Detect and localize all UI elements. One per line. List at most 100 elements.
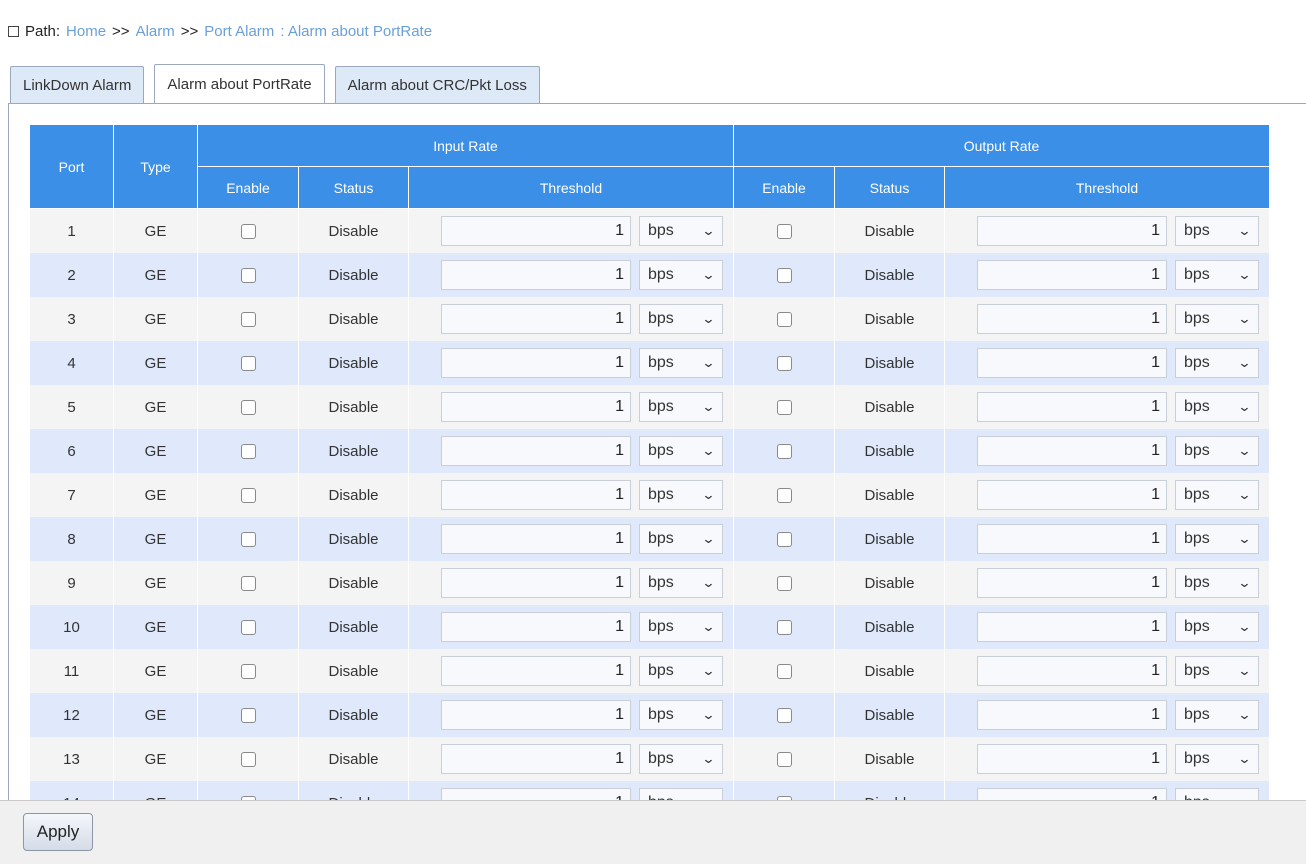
output-unit-select[interactable]: bps ⌄ — [1175, 392, 1259, 422]
output-unit-select[interactable]: bps ⌄ — [1175, 568, 1259, 598]
output-threshold-field[interactable]: 1 — [977, 612, 1167, 642]
input-threshold-field[interactable]: 1 — [441, 568, 631, 598]
input-threshold-field[interactable]: 1 — [441, 480, 631, 510]
input-threshold-field[interactable]: 1 — [441, 392, 631, 422]
input-threshold-field[interactable]: 1 — [441, 216, 631, 246]
input-threshold-field[interactable]: 1 — [441, 744, 631, 774]
output-threshold-field[interactable]: 1 — [977, 436, 1167, 466]
input-unit-select[interactable]: bps ⌄ — [639, 656, 723, 686]
output-threshold-field[interactable]: 1 — [977, 568, 1167, 598]
chevron-down-icon: ⌄ — [1237, 619, 1252, 634]
breadcrumb: Path: Home >> Alarm >> Port Alarm : Alar… — [8, 20, 432, 42]
breadcrumb-alarm[interactable]: Alarm — [136, 23, 175, 40]
output-enable-cell — [733, 737, 835, 781]
input-unit-select[interactable]: bps ⌄ — [639, 700, 723, 730]
input-unit-select[interactable]: bps ⌄ — [639, 392, 723, 422]
output-unit-select[interactable]: bps ⌄ — [1175, 744, 1259, 774]
input-enable-checkbox[interactable] — [240, 488, 256, 504]
input-threshold-field[interactable]: 1 — [441, 524, 631, 554]
input-unit-select[interactable]: bps ⌄ — [639, 304, 723, 334]
input-enable-checkbox[interactable] — [240, 444, 256, 460]
input-threshold-field[interactable]: 1 — [441, 656, 631, 686]
input-enable-checkbox[interactable] — [240, 620, 256, 636]
input-enable-checkbox[interactable] — [240, 268, 256, 284]
input-unit-select[interactable]: bps ⌄ — [639, 568, 723, 598]
breadcrumb-home[interactable]: Home — [66, 23, 106, 40]
output-enable-checkbox[interactable] — [776, 576, 792, 592]
input-enable-cell — [197, 737, 299, 781]
output-enable-checkbox[interactable] — [776, 400, 792, 416]
output-enable-checkbox[interactable] — [776, 356, 792, 372]
output-threshold-field[interactable]: 1 — [977, 524, 1167, 554]
output-threshold-field[interactable]: 1 — [977, 348, 1167, 378]
input-enable-cell — [197, 561, 299, 605]
tab-linkdown-alarm[interactable]: LinkDown Alarm — [10, 66, 145, 103]
output-unit-select[interactable]: bps ⌄ — [1175, 436, 1259, 466]
port-cell: 7 — [29, 473, 114, 517]
output-threshold-field[interactable]: 1 — [977, 656, 1167, 686]
input-unit-select[interactable]: bps ⌄ — [639, 480, 723, 510]
tab-alarm-about-crc-pkt-loss[interactable]: Alarm about CRC/Pkt Loss — [334, 66, 540, 103]
input-enable-checkbox[interactable] — [240, 224, 256, 240]
header-input-enable: Enable — [197, 166, 299, 209]
output-threshold-cell: 1 bps ⌄ — [944, 297, 1270, 341]
input-threshold-field[interactable]: 1 — [441, 612, 631, 642]
input-enable-checkbox[interactable] — [240, 664, 256, 680]
input-enable-checkbox[interactable] — [240, 312, 256, 328]
output-unit-select[interactable]: bps ⌄ — [1175, 656, 1259, 686]
input-enable-checkbox[interactable] — [240, 356, 256, 372]
output-enable-checkbox[interactable] — [776, 620, 792, 636]
input-enable-checkbox[interactable] — [240, 532, 256, 548]
input-unit-select[interactable]: bps ⌄ — [639, 348, 723, 378]
output-enable-checkbox[interactable] — [776, 752, 792, 768]
input-unit-value: bps — [648, 618, 674, 635]
input-enable-checkbox[interactable] — [240, 400, 256, 416]
type-cell: GE — [113, 561, 198, 605]
path-label: Path: — [25, 22, 61, 40]
input-enable-checkbox[interactable] — [240, 576, 256, 592]
input-threshold-field[interactable]: 1 — [441, 304, 631, 334]
output-enable-checkbox[interactable] — [776, 664, 792, 680]
output-threshold-field[interactable]: 1 — [977, 700, 1167, 730]
output-unit-select[interactable]: bps ⌄ — [1175, 524, 1259, 554]
output-threshold-cell: 1 bps ⌄ — [944, 473, 1270, 517]
output-threshold-field[interactable]: 1 — [977, 744, 1167, 774]
output-threshold-field[interactable]: 1 — [977, 480, 1167, 510]
input-threshold-field[interactable]: 1 — [441, 436, 631, 466]
input-unit-select[interactable]: bps ⌄ — [639, 436, 723, 466]
output-enable-checkbox[interactable] — [776, 268, 792, 284]
output-threshold-cell: 1 bps ⌄ — [944, 649, 1270, 693]
input-unit-select[interactable]: bps ⌄ — [639, 260, 723, 290]
output-unit-select[interactable]: bps ⌄ — [1175, 216, 1259, 246]
output-enable-checkbox[interactable] — [776, 488, 792, 504]
input-threshold-field[interactable]: 1 — [441, 260, 631, 290]
output-enable-checkbox[interactable] — [776, 224, 792, 240]
output-unit-select[interactable]: bps ⌄ — [1175, 304, 1259, 334]
input-threshold-field[interactable]: 1 — [441, 700, 631, 730]
output-enable-checkbox[interactable] — [776, 312, 792, 328]
input-enable-checkbox[interactable] — [240, 708, 256, 724]
output-threshold-field[interactable]: 1 — [977, 392, 1167, 422]
breadcrumb-port-alarm[interactable]: Port Alarm — [204, 23, 274, 40]
output-unit-select[interactable]: bps ⌄ — [1175, 260, 1259, 290]
output-unit-select[interactable]: bps ⌄ — [1175, 612, 1259, 642]
input-threshold-field[interactable]: 1 — [441, 348, 631, 378]
output-enable-checkbox[interactable] — [776, 708, 792, 724]
input-unit-select[interactable]: bps ⌄ — [639, 612, 723, 642]
type-cell: GE — [113, 605, 198, 649]
output-enable-checkbox[interactable] — [776, 444, 792, 460]
output-unit-select[interactable]: bps ⌄ — [1175, 700, 1259, 730]
input-unit-select[interactable]: bps ⌄ — [639, 216, 723, 246]
output-threshold-field[interactable]: 1 — [977, 216, 1167, 246]
input-unit-select[interactable]: bps ⌄ — [639, 744, 723, 774]
apply-button[interactable]: Apply — [23, 813, 93, 851]
tab-alarm-about-portrate[interactable]: Alarm about PortRate — [154, 64, 325, 104]
input-unit-select[interactable]: bps ⌄ — [639, 524, 723, 554]
output-threshold-field[interactable]: 1 — [977, 260, 1167, 290]
chevron-down-icon: ⌄ — [701, 267, 716, 282]
output-unit-select[interactable]: bps ⌄ — [1175, 480, 1259, 510]
output-enable-checkbox[interactable] — [776, 532, 792, 548]
output-unit-select[interactable]: bps ⌄ — [1175, 348, 1259, 378]
output-threshold-field[interactable]: 1 — [977, 304, 1167, 334]
input-enable-checkbox[interactable] — [240, 752, 256, 768]
